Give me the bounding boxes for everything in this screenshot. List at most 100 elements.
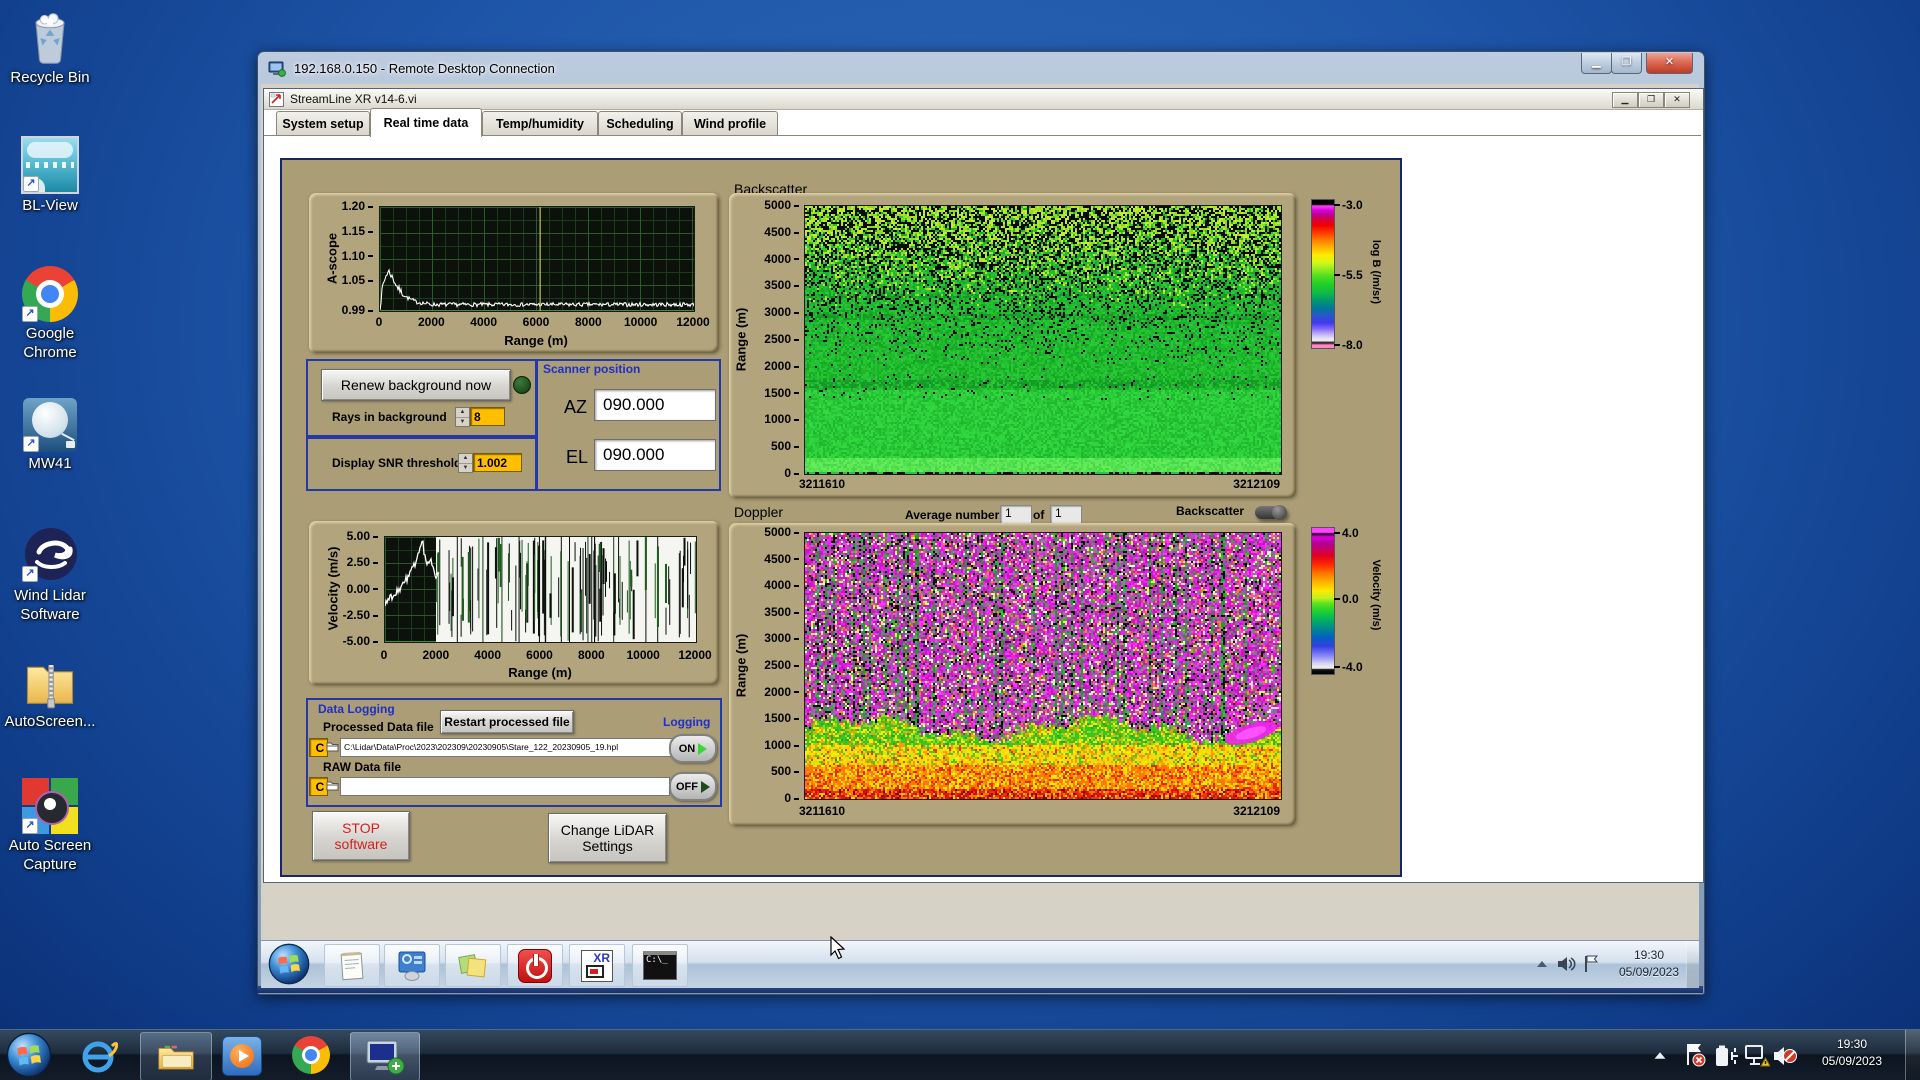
doppler-colorbar: 4.00.0-4.0 Velocity (m/s) [1308, 523, 1458, 693]
remote-volume-icon[interactable] [1556, 955, 1576, 973]
minimize-button[interactable]: ▁ [1581, 53, 1612, 74]
tab-scheduling[interactable]: Scheduling [598, 111, 682, 136]
windows-explorer-button[interactable] [140, 1032, 212, 1080]
renew-background-button[interactable]: Renew background now [321, 369, 511, 401]
velocity-y-ticks: 5.002.500.00-2.50-5.00 [309, 536, 380, 641]
volume-muted-icon[interactable] [1772, 1044, 1798, 1068]
desktop-icon-bl-view[interactable]: ↗ BL-View [2, 134, 98, 216]
change-lidar-settings-button[interactable]: Change LiDAR Settings [548, 813, 667, 863]
on-label: ON [679, 743, 696, 755]
colorbar-tick-label: 4.0 [1334, 526, 1359, 540]
remote-taskbar-notepad-button[interactable] [324, 944, 380, 987]
auto-screen-capture-icon: ↗ [2, 774, 98, 834]
tab-system-setup[interactable]: System setup [276, 111, 370, 136]
remote-taskbar: XR C:\_ 19:30 05/09/2023 [261, 940, 1699, 988]
close-button[interactable]: ✕ [1646, 53, 1693, 74]
desktop-icon-auto-screen-capture[interactable]: ↗ Auto Screen Capture [2, 774, 98, 875]
app-minimize-button[interactable]: ▁ [1612, 92, 1638, 108]
desktop-icon-label: MW41 [2, 455, 98, 474]
tick-label: 1.05 [342, 273, 373, 287]
rays-value-field[interactable]: 8 [470, 407, 505, 426]
browse-folder-icon[interactable] [326, 779, 339, 792]
backscatter-toggle-label: Backscatter [1176, 504, 1244, 518]
tray-expand-arrow-icon[interactable] [1652, 1050, 1668, 1061]
doppler-y-ticks: 5000450040003500300025002000150010005000 [749, 532, 801, 798]
processed-path-field[interactable]: C:\Lidar\Data\Proc\2023\202309\20230905\… [340, 738, 673, 757]
remote-taskbar-sticky-notes-button[interactable] [445, 944, 501, 987]
remote-start-button[interactable] [268, 943, 310, 985]
tab-wind-profile[interactable]: Wind profile [682, 111, 778, 136]
doppler-section-title: Doppler [734, 504, 783, 520]
tick-label: 0 [784, 791, 799, 805]
remote-taskbar-command-prompt-button[interactable]: C:\_ [632, 944, 688, 987]
tick-label: 0 [357, 315, 401, 329]
remote-action-center-flag-icon[interactable] [1583, 954, 1600, 974]
action-center-flag-alert-icon[interactable] [1684, 1042, 1706, 1068]
remote-show-desktop-button[interactable] [1686, 941, 1699, 988]
backscatter-toggle-switch[interactable] [1255, 506, 1287, 519]
desktop-icon-autoscreen-zip[interactable]: AutoScreen... [2, 650, 98, 732]
windows-media-player-button[interactable] [222, 1036, 262, 1076]
taskbar-clock[interactable]: 19:30 05/09/2023 [1805, 1036, 1899, 1070]
show-desktop-button[interactable] [1905, 1030, 1920, 1080]
google-chrome-button[interactable] [292, 1036, 332, 1076]
snr-value-field[interactable]: 1.002 [473, 453, 522, 472]
desktop-icon-google-chrome[interactable]: ↗ Google Chrome [2, 262, 98, 363]
power-battery-icon[interactable] [1714, 1044, 1740, 1068]
app-title-bar[interactable]: StreamLine XR v14-6.vi [264, 89, 1703, 110]
labview-vi-icon [269, 92, 284, 107]
az-value-field[interactable]: 090.000 [594, 389, 716, 421]
processed-logging-on-button[interactable]: ON [669, 734, 717, 763]
tab-real-time-data[interactable]: Real time data [370, 108, 482, 137]
maximize-button[interactable]: ❐ [1611, 53, 1642, 74]
tab-temp-humidity[interactable]: Temp/humidity [482, 111, 598, 136]
snr-spinner[interactable]: ▲▼ [458, 453, 473, 473]
desktop: Recycle Bin ↗ BL-View ↗ Google Chrome [0, 0, 1920, 1080]
windows-media-player-icon [222, 1036, 262, 1076]
average-total-field[interactable]: 1 [1050, 505, 1082, 524]
restart-processed-file-button[interactable]: Restart processed file [440, 710, 574, 734]
backscatter-y-ticks: 5000450040003500300025002000150010005000 [749, 205, 801, 473]
remote-taskbar-settings-button[interactable] [384, 944, 440, 987]
remote-taskbar-streamline-xr-button[interactable]: XR [569, 944, 625, 987]
desktop-icon-mw41[interactable]: ↗ MW41 [2, 392, 98, 474]
raw-path-field[interactable] [340, 777, 670, 796]
tick-label: -2.50 [343, 608, 378, 622]
network-warning-icon[interactable] [1744, 1044, 1770, 1068]
app-close-button[interactable]: ✕ [1664, 92, 1690, 108]
rdp-title-bar[interactable]: 192.168.0.150 - Remote Desktop Connectio… [258, 52, 1704, 85]
browse-folder-icon[interactable] [326, 740, 339, 753]
tick-label: 2500 [764, 332, 799, 346]
internet-explorer-button[interactable] [78, 1036, 118, 1076]
google-chrome-icon [292, 1036, 330, 1074]
remote-taskbar-stop-app-button[interactable] [507, 944, 563, 987]
sticky-notes-icon [457, 950, 489, 982]
tick-label: 6000 [518, 648, 562, 662]
remote-clock[interactable]: 19:30 05/09/2023 [1607, 947, 1691, 981]
rays-spinner[interactable]: ▲▼ [455, 407, 470, 427]
remote-tray-expand-arrow-icon[interactable] [1535, 959, 1549, 969]
app-restore-button[interactable]: ❐ [1638, 92, 1664, 108]
shortcut-arrow-icon: ↗ [23, 436, 39, 452]
desktop-icon-recycle-bin[interactable]: Recycle Bin [2, 6, 98, 88]
colorbar-tick-label: -8.0 [1334, 338, 1363, 352]
raw-logging-off-button[interactable]: OFF [669, 772, 717, 801]
scanner-position-box: Scanner position AZ 090.000 EL 090.000 [536, 359, 721, 491]
ascope-graph: A-scope 1.201.151.101.050.99 02000400060… [309, 193, 719, 353]
tick-label: 12000 [671, 315, 715, 329]
stop-software-button[interactable]: STOP software [312, 811, 410, 861]
tick-label: 1000 [764, 738, 799, 752]
shortcut-arrow-icon: ↗ [22, 818, 38, 834]
el-value-field[interactable]: 090.000 [594, 439, 716, 471]
bl-view-icon: ↗ [2, 134, 98, 194]
tick-label: 2000 [764, 685, 799, 699]
rays-in-background-label: Rays in background [332, 410, 447, 424]
remote-desktop-taskbar-button[interactable] [350, 1032, 420, 1080]
tick-label: 10000 [621, 648, 665, 662]
stop-line2: software [335, 836, 388, 852]
start-button[interactable] [6, 1032, 52, 1078]
halo-photonics-icon: ↗ [2, 524, 98, 584]
internet-explorer-icon [78, 1036, 118, 1076]
desktop-icon-wind-lidar[interactable]: ↗ Wind Lidar Software [2, 524, 98, 625]
average-number-field[interactable]: 1 [1000, 505, 1032, 524]
